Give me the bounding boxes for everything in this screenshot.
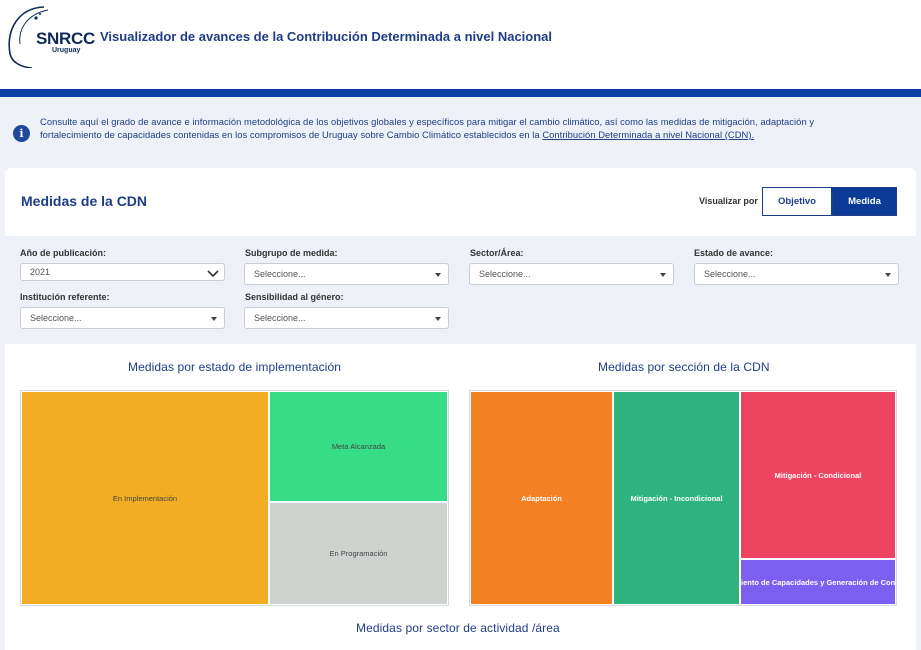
subgroup-select[interactable]: Seleccione... bbox=[244, 263, 449, 285]
gender-select-placeholder: Seleccione... bbox=[254, 313, 306, 323]
year-label: Año de publicación: bbox=[20, 248, 107, 258]
year-select[interactable]: 2021 bbox=[20, 263, 225, 281]
treemap-label: Mitigación - Condicional bbox=[774, 470, 862, 480]
status-select-placeholder: Seleccione... bbox=[704, 269, 756, 279]
section-treemap: Adaptación Mitigación - Incondicional Mi… bbox=[469, 390, 897, 606]
treemap-label: iento de Capacidades y Generación de Con bbox=[741, 577, 896, 587]
subgroup-label: Subgrupo de medida: bbox=[245, 248, 338, 258]
sector-select[interactable]: Seleccione... bbox=[469, 263, 674, 285]
sector-chart-title: Medidas por sector de actividad /área bbox=[356, 621, 560, 635]
treemap-label: Meta Alcanzada bbox=[331, 442, 386, 451]
status-treemap: En Implementación Meta Alcanzada En Prog… bbox=[20, 390, 449, 606]
institution-label: Institución referente: bbox=[20, 292, 110, 302]
header-divider bbox=[0, 89, 921, 97]
treemap-label: Adaptación bbox=[521, 493, 562, 503]
view-measure-button[interactable]: Medida bbox=[832, 187, 897, 216]
site-header: SNRCC Uruguay Visualizador de avances de… bbox=[0, 0, 921, 89]
treemap-cell-mitigacion-incondicional[interactable]: Mitigación - Incondicional bbox=[613, 391, 740, 605]
treemap-cell-meta-alcanzada[interactable]: Meta Alcanzada bbox=[269, 391, 448, 502]
treemap-cell-mitigacion-condicional[interactable]: Mitigación - Condicional bbox=[740, 391, 896, 559]
logo-text: SNRCC bbox=[36, 29, 95, 48]
subgroup-select-placeholder: Seleccione... bbox=[254, 269, 306, 279]
status-chart-title: Medidas por estado de implementación bbox=[128, 360, 342, 374]
logo-subtext: Uruguay bbox=[52, 47, 81, 54]
status-select[interactable]: Seleccione... bbox=[694, 263, 899, 285]
institution-select-placeholder: Seleccione... bbox=[30, 313, 82, 323]
sector-select-placeholder: Seleccione... bbox=[479, 269, 531, 279]
status-label: Estado de avance: bbox=[694, 248, 774, 258]
gender-select[interactable]: Seleccione... bbox=[244, 307, 449, 329]
caret-down-icon bbox=[435, 317, 441, 321]
info-text: Consulte aquí el grado de avance e infor… bbox=[40, 115, 910, 141]
treemap-cell-en-implementacion[interactable]: En Implementación bbox=[21, 391, 269, 605]
sector-label: Sector/Área: bbox=[470, 248, 524, 258]
treemap-label: En Programación bbox=[329, 549, 388, 558]
info-text-line2: fortalecimiento de capacidades contenida… bbox=[40, 129, 543, 140]
institution-select[interactable]: Seleccione... bbox=[20, 307, 225, 329]
info-text-line1: Consulte aquí el grado de avance e infor… bbox=[40, 116, 815, 127]
caret-down-icon bbox=[435, 273, 441, 277]
chevron-down-icon bbox=[207, 270, 219, 278]
caret-down-icon bbox=[660, 273, 666, 277]
info-icon: i bbox=[13, 125, 30, 142]
caret-down-icon bbox=[885, 273, 891, 277]
treemap-cell-fortalecimiento[interactable]: iento de Capacidades y Generación de Con bbox=[740, 559, 896, 605]
cdn-link[interactable]: Contribución Determinada a nivel Naciona… bbox=[542, 129, 754, 140]
gender-label: Sensibilidad al género: bbox=[245, 292, 344, 302]
treemap-cell-en-programacion[interactable]: En Programación bbox=[269, 502, 448, 605]
app-title: Visualizador de avances de la Contribuci… bbox=[100, 29, 553, 44]
view-objective-button[interactable]: Objetivo bbox=[762, 187, 832, 216]
card-title: Medidas de la CDN bbox=[21, 193, 148, 209]
caret-down-icon bbox=[211, 317, 217, 321]
view-by-label: Visualizar por bbox=[699, 196, 758, 206]
treemap-cell-adaptacion[interactable]: Adaptación bbox=[470, 391, 613, 605]
year-select-value: 2021 bbox=[30, 267, 51, 277]
treemap-label: Mitigación - Incondicional bbox=[630, 493, 723, 503]
treemap-label: En Implementación bbox=[112, 493, 178, 503]
section-chart-title: Medidas por sección de la CDN bbox=[598, 360, 770, 374]
